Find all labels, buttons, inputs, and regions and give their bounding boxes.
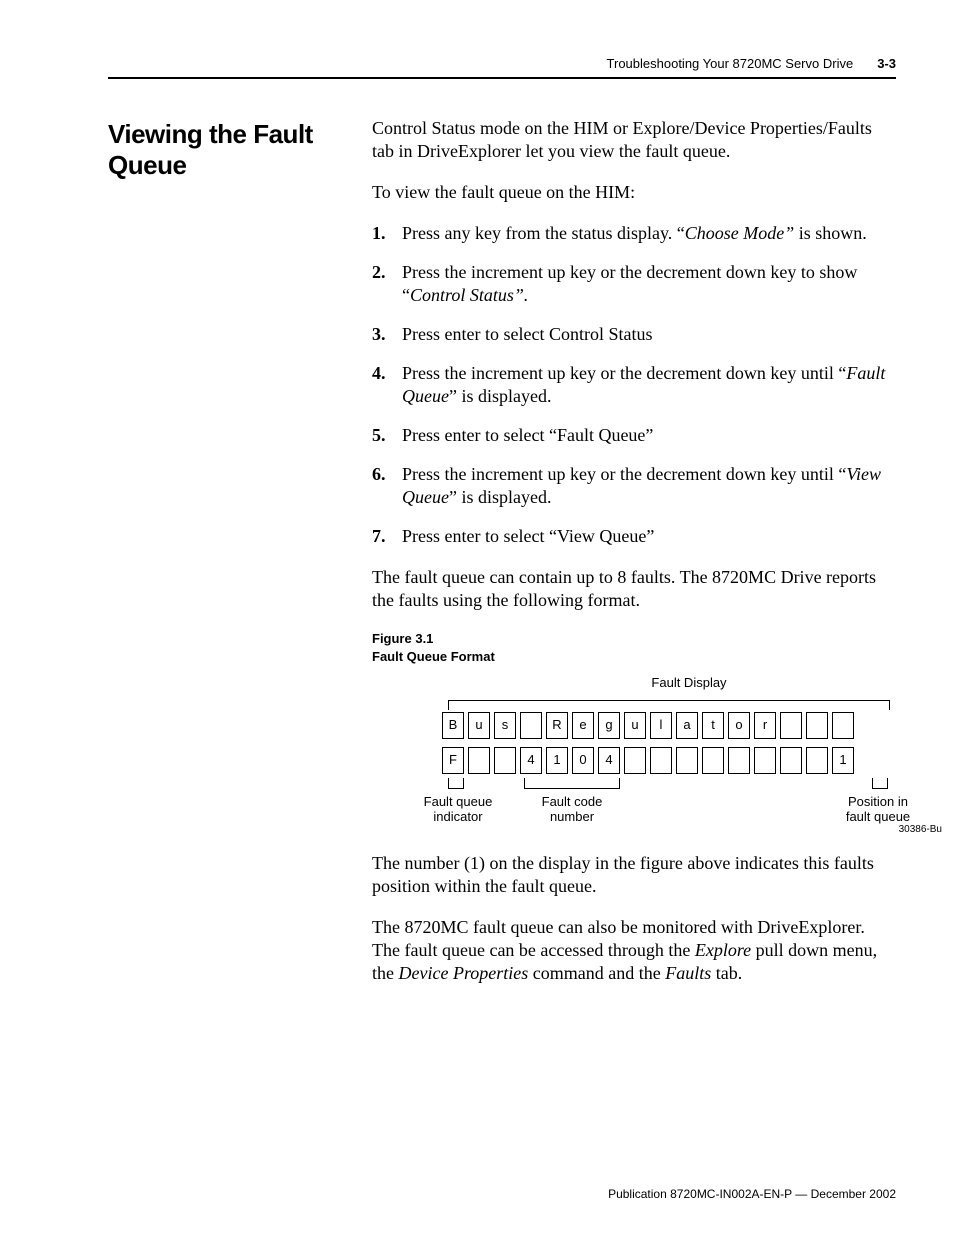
lcd-cell bbox=[650, 747, 672, 774]
lcd-cell bbox=[702, 747, 724, 774]
after-figure-paragraph: The number (1) on the display in the fig… bbox=[372, 852, 896, 898]
step-text: ” is displayed. bbox=[449, 487, 551, 507]
lcd-cell: e bbox=[572, 712, 594, 739]
label-text: fault queue bbox=[846, 809, 910, 824]
step-item: Press the increment up key or the decrem… bbox=[372, 463, 896, 509]
bracket bbox=[872, 778, 888, 789]
figure-caption: Figure 3.1 Fault Queue Format bbox=[372, 630, 896, 665]
text: tab. bbox=[711, 963, 742, 983]
lcd-cell bbox=[494, 747, 516, 774]
lcd-cell: l bbox=[650, 712, 672, 739]
lcd-cell: s bbox=[494, 712, 516, 739]
lcd-cell: r bbox=[754, 712, 776, 739]
left-column: Viewing the Fault Queue bbox=[108, 117, 338, 1003]
figure-label: Fault codenumber bbox=[522, 794, 622, 825]
after-figure-paragraph-2: The 8720MC fault queue can also be monit… bbox=[372, 916, 896, 985]
label-text: Position in bbox=[848, 794, 908, 809]
step-item: Press enter to select “Fault Queue” bbox=[372, 424, 896, 447]
figure-label: Fault queueindicator bbox=[408, 794, 508, 825]
lcd-cell: 1 bbox=[832, 747, 854, 774]
lcd-cell bbox=[754, 747, 776, 774]
brace-top bbox=[448, 694, 890, 706]
lcd-cell: u bbox=[624, 712, 646, 739]
lead-paragraph: To view the fault queue on the HIM: bbox=[372, 181, 896, 204]
label-text: Fault code bbox=[542, 794, 603, 809]
lcd-cell bbox=[832, 712, 854, 739]
step-text: is shown. bbox=[794, 223, 867, 243]
lcd-cell bbox=[780, 747, 802, 774]
label-text: Fault queue bbox=[424, 794, 493, 809]
lcd-cell: 4 bbox=[598, 747, 620, 774]
steps-list: Press any key from the status display. “… bbox=[372, 222, 896, 548]
em-text: Faults bbox=[665, 963, 711, 983]
bracket bbox=[448, 778, 464, 789]
lcd-cell bbox=[780, 712, 802, 739]
after-steps-paragraph: The fault queue can contain up to 8 faul… bbox=[372, 566, 896, 612]
step-item: Press enter to select “View Queue” bbox=[372, 525, 896, 548]
lcd-cell: 0 bbox=[572, 747, 594, 774]
lcd-cell: B bbox=[442, 712, 464, 739]
figure-top-label: Fault Display bbox=[482, 676, 896, 690]
em-text: Explore bbox=[695, 940, 751, 960]
lcd-cell: g bbox=[598, 712, 620, 739]
text: command and the bbox=[528, 963, 665, 983]
header-title: Troubleshooting Your 8720MC Servo Drive bbox=[607, 56, 854, 71]
lcd-display: BusRegulator F41041 bbox=[442, 712, 896, 774]
page: Troubleshooting Your 8720MC Servo Drive … bbox=[0, 0, 954, 1235]
lcd-cell bbox=[806, 747, 828, 774]
em-text: Device Properties bbox=[399, 963, 529, 983]
under-brackets bbox=[442, 778, 896, 792]
lcd-cell: u bbox=[468, 712, 490, 739]
label-text: number bbox=[550, 809, 594, 824]
step-text: Press any key from the status display. “ bbox=[402, 223, 685, 243]
lcd-cell: F bbox=[442, 747, 464, 774]
step-item: Press enter to select Control Status bbox=[372, 323, 896, 346]
step-text: Press the increment up key or the decrem… bbox=[402, 464, 846, 484]
lcd-cell: o bbox=[728, 712, 750, 739]
figure-title: Fault Queue Format bbox=[372, 648, 896, 666]
step-em: Control Status”. bbox=[410, 285, 528, 305]
footer-publication: Publication 8720MC-IN002A-EN-P — Decembe… bbox=[608, 1187, 896, 1201]
running-header: Troubleshooting Your 8720MC Servo Drive … bbox=[108, 56, 896, 79]
lcd-cell bbox=[728, 747, 750, 774]
step-em: Choose Mode” bbox=[685, 223, 795, 243]
figure-label: Position infault queue bbox=[828, 794, 928, 825]
under-labels: Fault queueindicator Fault codenumber Po… bbox=[442, 794, 896, 828]
lcd-cell bbox=[676, 747, 698, 774]
lcd-cell bbox=[520, 712, 542, 739]
figure-id: 30386-Bu bbox=[899, 824, 942, 835]
figure-number: Figure 3.1 bbox=[372, 630, 896, 648]
step-text: Press the increment up key or the decrem… bbox=[402, 363, 846, 383]
section-title: Viewing the Fault Queue bbox=[108, 119, 338, 181]
lcd-cell: t bbox=[702, 712, 724, 739]
lcd-row: F41041 bbox=[442, 747, 896, 774]
lcd-cell bbox=[468, 747, 490, 774]
step-text: ” is displayed. bbox=[449, 386, 551, 406]
figure: Fault Display BusRegulator F41041 Fault … bbox=[372, 676, 896, 828]
lcd-cell bbox=[624, 747, 646, 774]
step-item: Press the increment up key or the decrem… bbox=[372, 261, 896, 307]
lcd-cell: 4 bbox=[520, 747, 542, 774]
label-text: indicator bbox=[433, 809, 482, 824]
step-text: Press enter to select Control Status bbox=[402, 324, 652, 344]
step-item: Press any key from the status display. “… bbox=[372, 222, 896, 245]
lcd-cell: 1 bbox=[546, 747, 568, 774]
bracket bbox=[524, 778, 620, 789]
step-item: Press the increment up key or the decrem… bbox=[372, 362, 896, 408]
step-text: Press enter to select “Fault Queue” bbox=[402, 425, 653, 445]
step-text: Press enter to select “View Queue” bbox=[402, 526, 654, 546]
page-number: 3-3 bbox=[877, 56, 896, 71]
intro-paragraph: Control Status mode on the HIM or Explor… bbox=[372, 117, 896, 163]
lcd-cell: R bbox=[546, 712, 568, 739]
lcd-cell: a bbox=[676, 712, 698, 739]
lcd-cell bbox=[806, 712, 828, 739]
right-column: Control Status mode on the HIM or Explor… bbox=[372, 117, 896, 1003]
lcd-row: BusRegulator bbox=[442, 712, 896, 739]
content: Viewing the Fault Queue Control Status m… bbox=[108, 117, 896, 1003]
